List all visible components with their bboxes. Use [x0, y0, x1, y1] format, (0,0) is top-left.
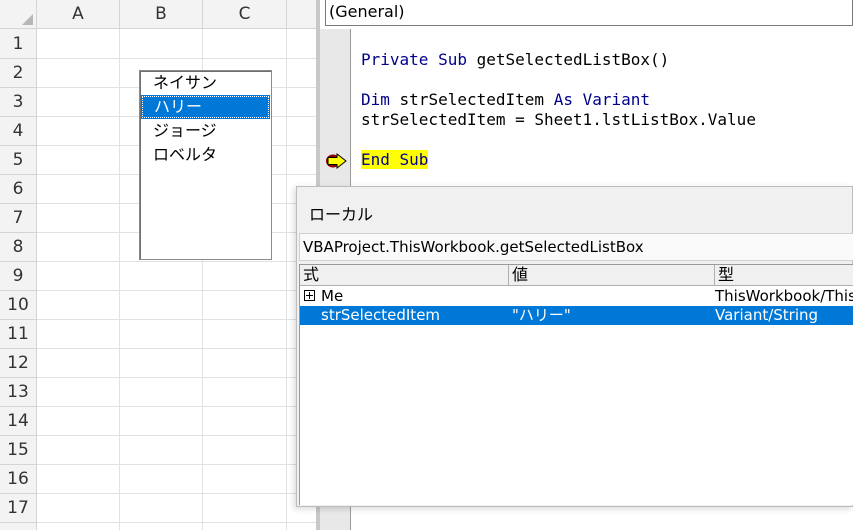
- grid-line: [37, 348, 316, 349]
- row-header[interactable]: 12: [0, 349, 37, 378]
- row-header[interactable]: 13: [0, 378, 37, 407]
- code-line-current[interactable]: End Sub: [361, 150, 429, 170]
- code-keyword: Variant: [582, 90, 651, 109]
- row-header[interactable]: 11: [0, 320, 37, 349]
- row-header[interactable]: 9: [0, 262, 37, 291]
- column-header-expression[interactable]: 式: [300, 265, 509, 286]
- row-header[interactable]: 3: [0, 88, 37, 117]
- list-box[interactable]: ネイサン ハリー ジョージ ロベルタ: [139, 70, 272, 260]
- code-line[interactable]: Private Sub getSelectedListBox(): [361, 50, 669, 70]
- code-line[interactable]: Dim strSelectedItem As Variant: [361, 90, 650, 110]
- list-box-item[interactable]: ジョージ: [140, 119, 271, 143]
- row-header[interactable]: 15: [0, 436, 37, 465]
- grid-line: [37, 261, 316, 262]
- row-header[interactable]: 4: [0, 117, 37, 146]
- code-keyword: As: [553, 90, 573, 109]
- code-keyword: Sub: [438, 50, 467, 69]
- locals-expression: strSelectedItem: [321, 306, 441, 324]
- locals-row-selected[interactable]: strSelectedItem "ハリー" Variant/String: [300, 306, 853, 325]
- code-keyword-highlighted: End Sub: [361, 150, 429, 169]
- row-header[interactable]: 17: [0, 494, 37, 523]
- code-keyword: Dim: [361, 90, 390, 109]
- grid-line: [37, 464, 316, 465]
- list-box-item[interactable]: ロベルタ: [140, 143, 271, 167]
- grid-line: [119, 29, 120, 530]
- locals-type: Variant/String: [715, 306, 819, 324]
- grid-line: [37, 290, 316, 291]
- row-header[interactable]: 1: [0, 29, 37, 59]
- select-all-triangle-icon: [22, 14, 33, 25]
- locals-window-title: ローカル: [309, 205, 374, 224]
- locals-context-field: VBAProject.ThisWorkbook.getSelectedListB…: [299, 233, 853, 261]
- list-box-item[interactable]: ネイサン: [140, 71, 271, 95]
- row-header[interactable]: 16: [0, 465, 37, 494]
- locals-type: ThisWorkbook/ThisWorkbook: [715, 287, 853, 305]
- list-box-item-selected[interactable]: ハリー: [141, 95, 270, 119]
- row-header[interactable]: 7: [0, 204, 37, 233]
- row-header[interactable]: 5: [0, 146, 37, 175]
- object-combo-box[interactable]: (General): [325, 0, 853, 26]
- grid-line: [37, 58, 316, 59]
- code-text: strSelectedItem: [399, 90, 545, 109]
- grid-line: [37, 435, 316, 436]
- column-header-a[interactable]: A: [37, 0, 120, 29]
- select-all-corner[interactable]: [0, 0, 37, 29]
- grid-line: [37, 522, 316, 523]
- grid-line: [286, 29, 287, 530]
- expand-plus-icon[interactable]: [304, 290, 315, 301]
- row-header[interactable]: [0, 523, 37, 530]
- column-header-b[interactable]: B: [120, 0, 203, 29]
- code-text: getSelectedListBox(): [476, 50, 670, 69]
- row-header[interactable]: 8: [0, 233, 37, 262]
- grid-line: [37, 493, 316, 494]
- grid-line: [37, 377, 316, 378]
- row-header[interactable]: 14: [0, 407, 37, 436]
- column-header-c[interactable]: C: [203, 0, 287, 29]
- code-line[interactable]: strSelectedItem = Sheet1.lstListBox.Valu…: [361, 110, 756, 130]
- locals-grid[interactable]: 式 値 型 Me ThisWorkbook/ThisWorkbook strSe…: [299, 264, 853, 505]
- grid-line: [37, 319, 316, 320]
- row-header[interactable]: 2: [0, 59, 37, 88]
- column-header-d[interactable]: [287, 0, 316, 29]
- execution-pointer-icon: [326, 153, 347, 169]
- row-header[interactable]: 6: [0, 175, 37, 204]
- column-header-type[interactable]: 型: [715, 265, 853, 286]
- locals-expression: Me: [321, 287, 344, 305]
- column-header-value[interactable]: 値: [509, 265, 715, 286]
- excel-sheet: A B C 1 2 3 4 5 6 7 8 9 10 11 12 13 14 1…: [0, 0, 316, 530]
- locals-window[interactable]: ローカル VBAProject.ThisWorkbook.getSelected…: [296, 186, 853, 507]
- row-header[interactable]: 10: [0, 291, 37, 320]
- code-keyword: Private: [361, 50, 429, 69]
- locals-value: "ハリー": [512, 306, 571, 324]
- locals-row[interactable]: Me ThisWorkbook/ThisWorkbook: [300, 287, 853, 306]
- grid-line: [37, 406, 316, 407]
